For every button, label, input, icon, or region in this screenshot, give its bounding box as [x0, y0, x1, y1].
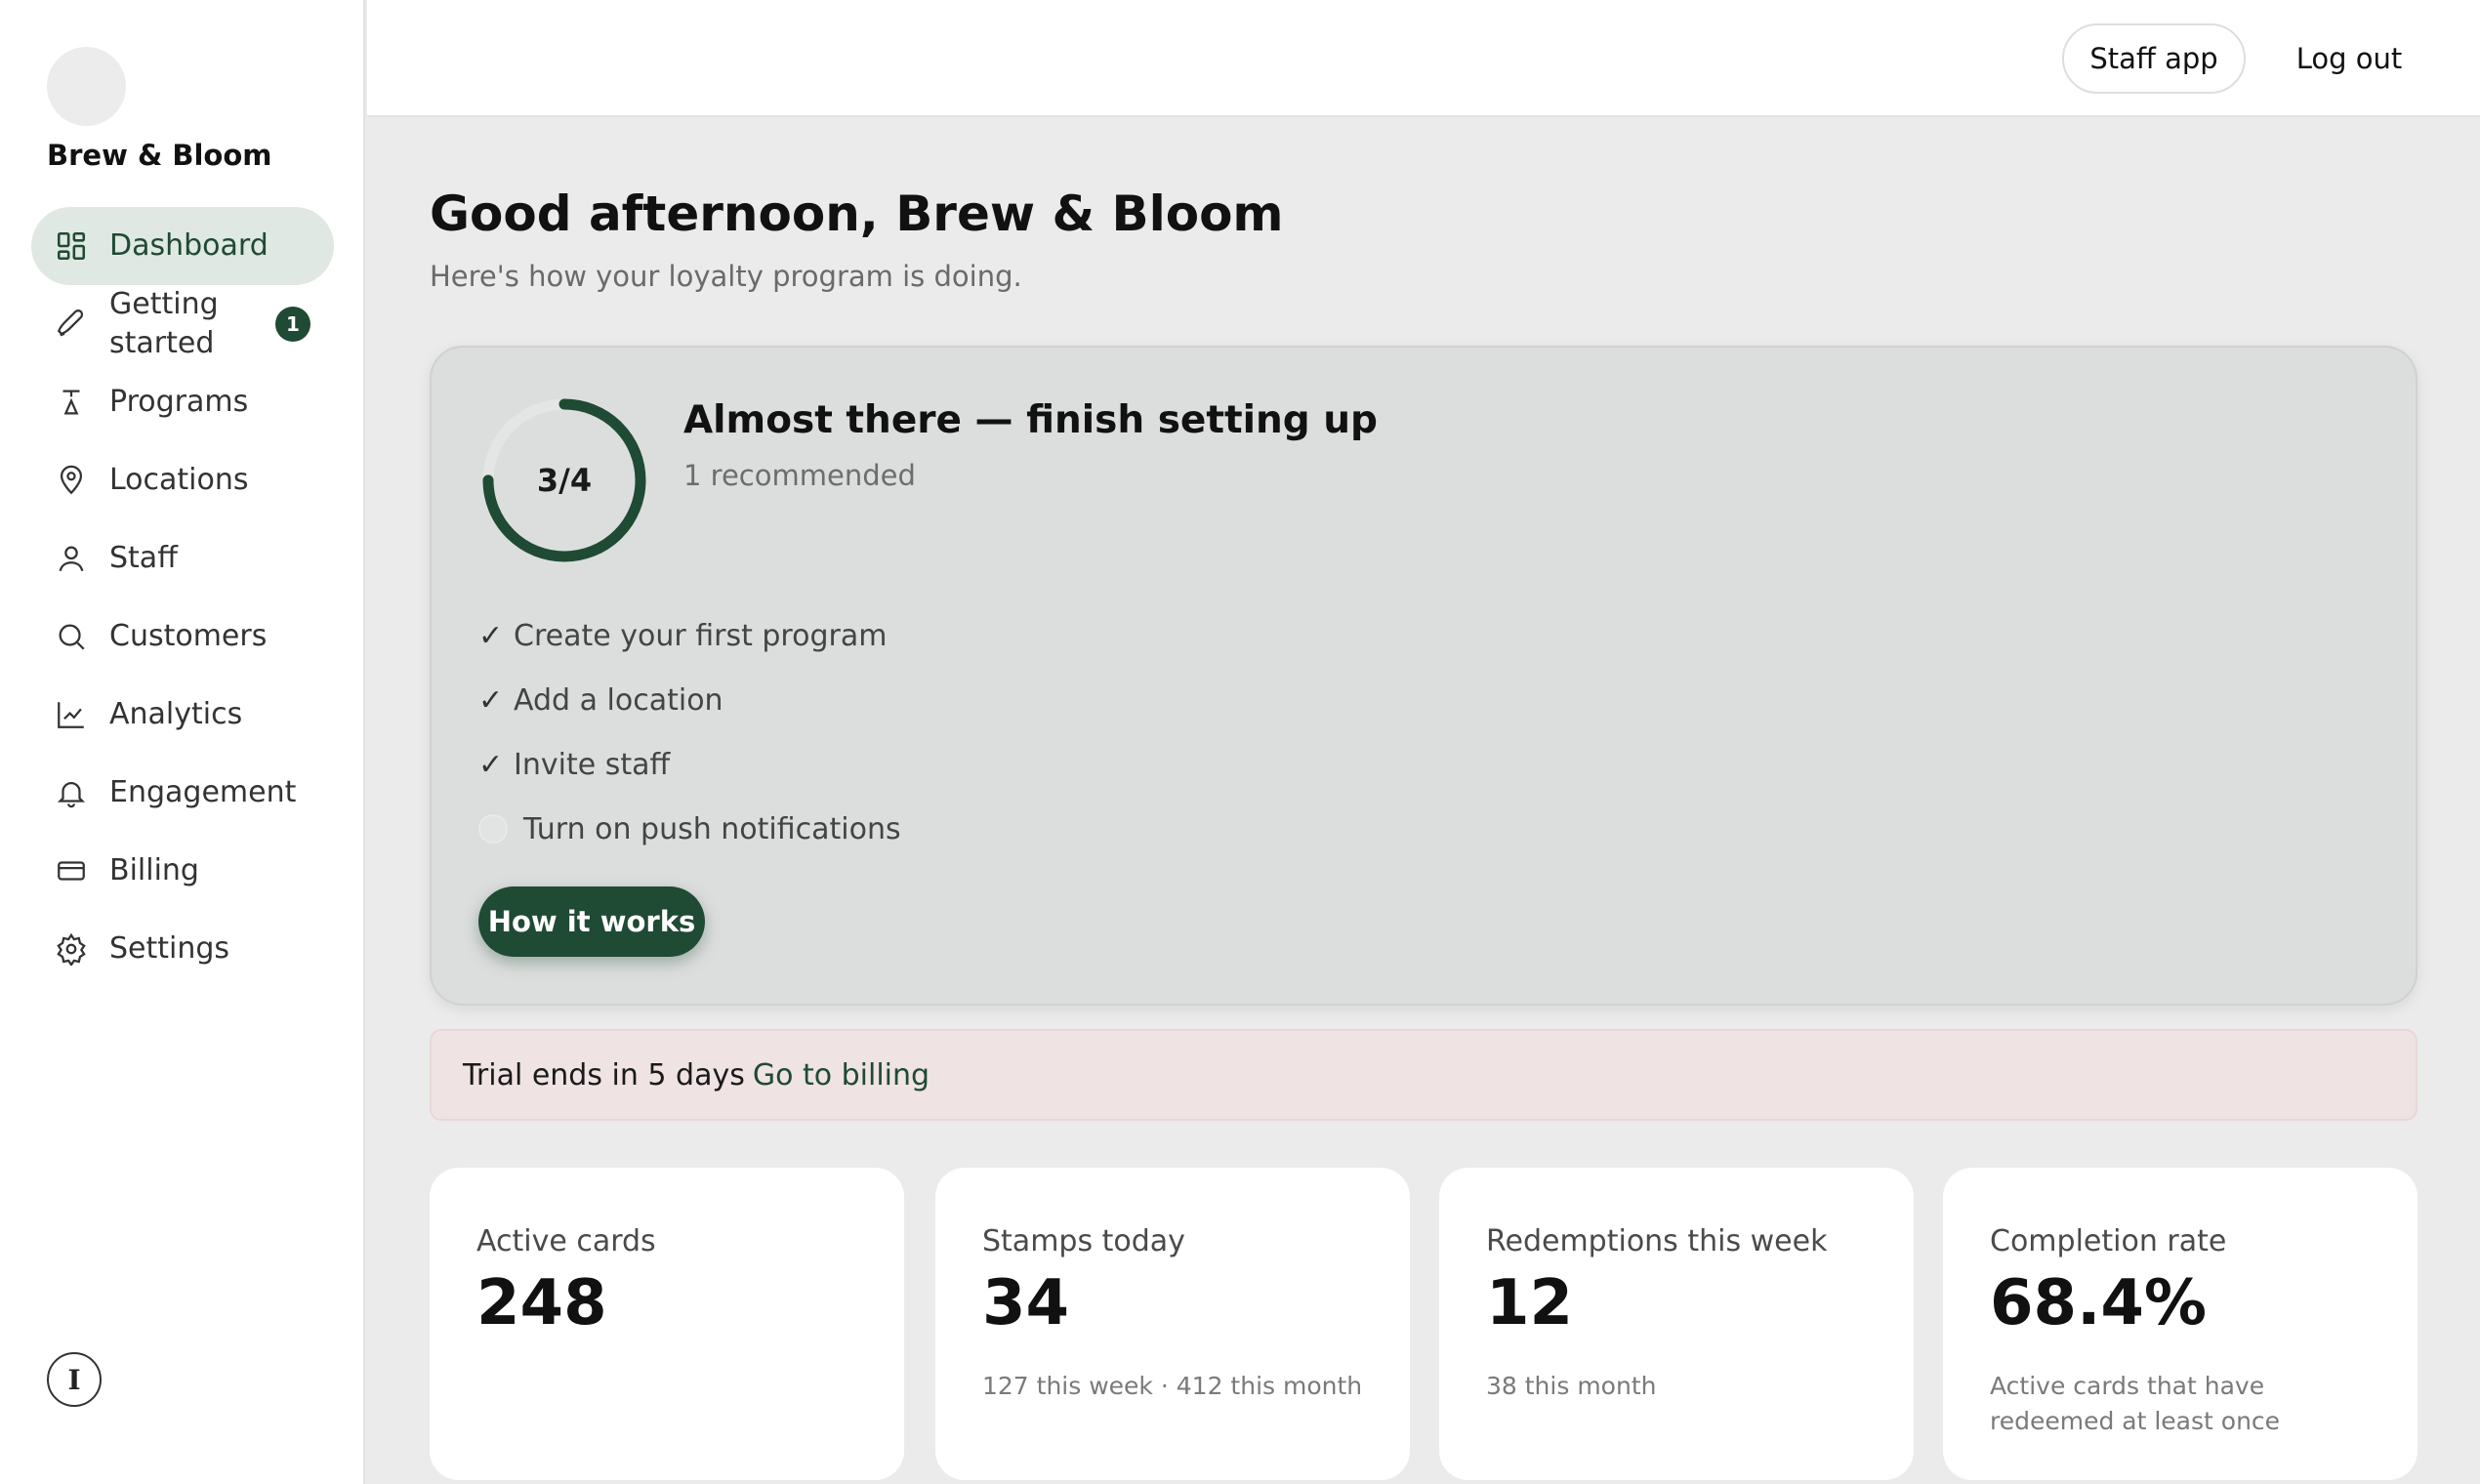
sidebar-item-getting-started[interactable]: Getting started 1: [31, 285, 334, 363]
brand-name: Brew & Bloom: [47, 139, 272, 172]
stat-value: 34: [982, 1267, 1070, 1340]
stat-label: Active cards: [476, 1224, 656, 1258]
top-bar: Staff app Log out: [367, 0, 2480, 117]
stat-note: 38 this month: [1486, 1372, 1657, 1400]
go-to-billing-link[interactable]: Go to billing: [753, 1058, 930, 1092]
stat-value: 248: [476, 1267, 607, 1340]
stat-value: 12: [1486, 1267, 1574, 1340]
check-icon: ✓: [478, 682, 504, 718]
checklist-item-label: Turn on push notifications: [523, 811, 901, 846]
progress-count: 3/4: [536, 462, 593, 499]
trial-banner: Trial ends in 5 days Go to billing: [430, 1029, 2418, 1121]
sidebar-item-locations[interactable]: Locations: [31, 441, 334, 519]
user-icon: [55, 542, 88, 575]
check-icon: ✓: [478, 747, 504, 782]
sidebar-item-label: Dashboard: [109, 228, 269, 263]
dashboard-icon: [55, 229, 88, 263]
sidebar-item-programs[interactable]: Programs: [31, 363, 334, 441]
sidebar-item-label: Billing: [109, 853, 199, 887]
sidebar-nav: Dashboard Getting started 1 Programs Loc…: [31, 207, 334, 988]
sidebar-item-label: Analytics: [109, 697, 243, 731]
sidebar-item-staff[interactable]: Staff: [31, 519, 334, 598]
sidebar-item-label: Settings: [109, 931, 230, 966]
stat-card-stamps-today: Stamps today 34 127 this week · 412 this…: [935, 1168, 1410, 1480]
sidebar-item-label: Engagement: [109, 775, 297, 809]
trial-text: Trial ends in 5 days: [463, 1057, 745, 1092]
check-icon: ✓: [478, 618, 504, 653]
page-title: Good afternoon, Brew & Bloom: [430, 186, 1284, 242]
programs-icon: [55, 386, 88, 419]
checklist-item[interactable]: ✓ Add a location: [478, 668, 901, 732]
checklist-item[interactable]: ✓ Create your first program: [478, 603, 901, 668]
stat-card-completion-rate: Completion rate 68.4% Active cards that …: [1943, 1168, 2418, 1480]
bell-icon: [55, 776, 88, 809]
sidebar: Brew & Bloom Dashboard Getting started 1…: [0, 0, 365, 1484]
stat-label: Stamps today: [982, 1224, 1185, 1258]
stat-note: 127 this week · 412 this month: [982, 1372, 1363, 1400]
sidebar-item-billing[interactable]: Billing: [31, 832, 334, 910]
logout-button[interactable]: Log out: [2269, 23, 2429, 94]
stat-card-redemptions: Redemptions this week 12 38 this month: [1439, 1168, 1914, 1480]
checklist-item[interactable]: ✓ Invite staff: [478, 732, 901, 797]
sidebar-item-label: Getting started: [109, 287, 219, 360]
line-chart-icon: [55, 698, 88, 731]
checklist-item-label: Add a location: [514, 682, 723, 718]
setup-title: Almost there — finish setting up: [683, 398, 1378, 442]
setup-progress-card: 3/4 Almost there — finish setting up 1 r…: [430, 346, 2418, 1006]
rocket-icon: [55, 308, 88, 341]
stat-card-active-cards: Active cards 248: [430, 1168, 904, 1480]
app: Brew & Bloom Dashboard Getting started 1…: [0, 0, 2480, 1484]
stat-value: 68.4%: [1990, 1267, 2208, 1340]
sidebar-item-label: Customers: [109, 619, 268, 653]
location-pin-icon: [55, 464, 88, 497]
sidebar-item-label: Programs: [109, 385, 249, 419]
sidebar-item-dashboard[interactable]: Dashboard: [31, 207, 334, 285]
sidebar-item-customers[interactable]: Customers: [31, 598, 334, 676]
checklist-item[interactable]: Turn on push notifications: [478, 797, 901, 861]
checklist-item-label: Invite staff: [514, 747, 671, 782]
setup-subtitle: 1 recommended: [683, 459, 916, 492]
checklist-item-label: Create your first program: [514, 618, 888, 653]
sidebar-item-label: Staff: [109, 541, 178, 575]
credit-card-icon: [55, 854, 88, 887]
stat-note: Active cards that have redeemed at least…: [1990, 1372, 2281, 1435]
app-logo-icon[interactable]: I: [47, 1352, 102, 1407]
staff-app-button[interactable]: Staff app: [2062, 23, 2246, 94]
sidebar-item-label: Locations: [109, 463, 249, 497]
sidebar-item-engagement[interactable]: Engagement: [31, 754, 334, 832]
notification-badge: 1: [275, 307, 310, 342]
stat-label: Completion rate: [1990, 1224, 2227, 1258]
empty-circle-icon: [478, 814, 508, 844]
page-subtitle: Here's how your loyalty program is doing…: [430, 260, 1022, 293]
sidebar-item-analytics[interactable]: Analytics: [31, 676, 334, 754]
search-icon: [55, 620, 88, 653]
gear-icon: [55, 932, 88, 966]
stat-label: Redemptions this week: [1486, 1224, 1828, 1258]
setup-checklist: ✓ Create your first program ✓ Add a loca…: [478, 603, 901, 861]
how-it-works-button[interactable]: How it works: [478, 886, 705, 957]
sidebar-item-settings[interactable]: Settings: [31, 910, 334, 988]
brand-avatar[interactable]: [47, 47, 126, 126]
